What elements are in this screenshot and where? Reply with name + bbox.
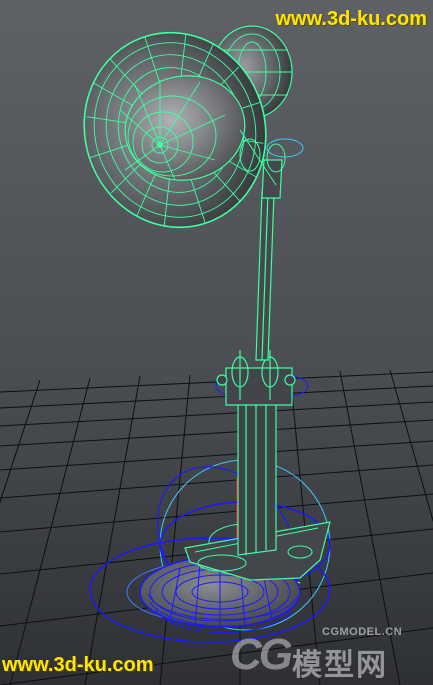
cg-logo-chinese: 模型网	[292, 649, 388, 682]
maya-viewport[interactable]: www.3d-ku.com www.3d-ku.com CG CGMODEL.C…	[0, 0, 433, 685]
cgmodel-logo: CG CGMODEL.CN 模型网	[230, 624, 430, 682]
cg-logo-mark: CG	[230, 630, 293, 679]
watermark-bottom: www.3d-ku.com	[2, 654, 154, 676]
watermark-top: www.3d-ku.com	[275, 8, 427, 30]
cg-logo-url: CGMODEL.CN	[322, 626, 403, 638]
viewport-scene[interactable]	[0, 0, 433, 685]
